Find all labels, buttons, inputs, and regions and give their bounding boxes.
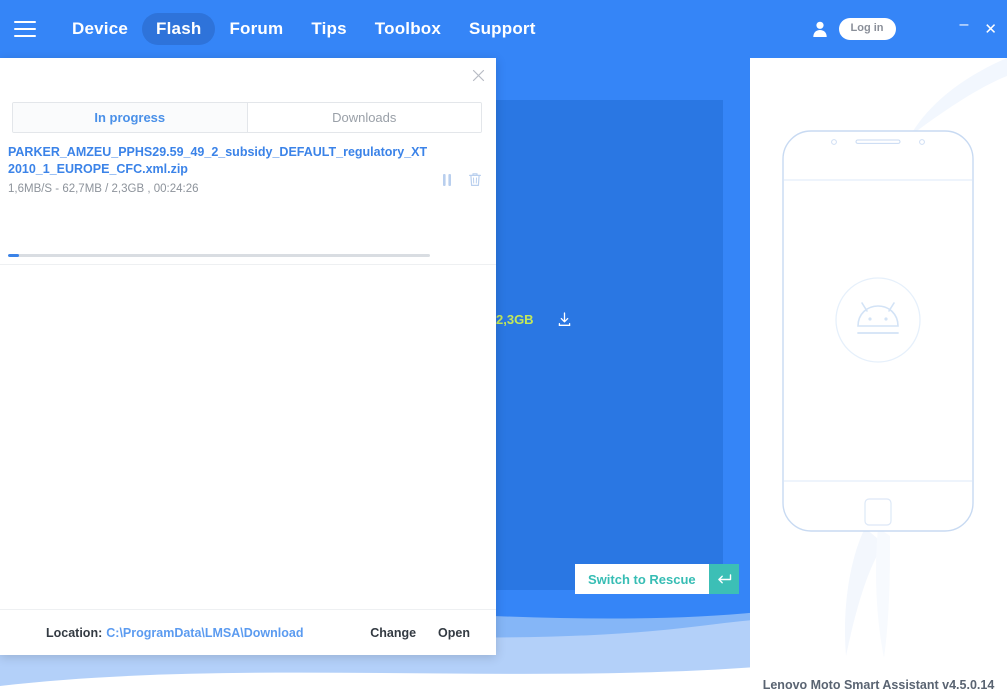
nav-items: Device Flash Forum Tips Toolbox Support	[58, 13, 550, 45]
nav-item-forum[interactable]: Forum	[215, 13, 297, 45]
window-controls: – ✕	[960, 17, 997, 37]
topbar-right-group: Log in – ✕	[810, 0, 1007, 58]
pause-icon[interactable]	[441, 173, 453, 192]
close-window-button[interactable]: ✕	[984, 22, 997, 37]
downloads-tabs: In progress Downloads	[12, 102, 482, 133]
version-label: Lenovo Moto Smart Assistant v4.5.0.14	[762, 678, 995, 692]
download-item: PARKER_AMZEU_PPHS29.59_49_2_subsidy_DEFA…	[0, 144, 496, 195]
nav-item-toolbox[interactable]: Toolbox	[361, 13, 455, 45]
download-item-divider	[0, 264, 496, 265]
android-robot-icon	[835, 277, 921, 363]
download-icon[interactable]	[556, 311, 573, 328]
close-icon[interactable]	[469, 67, 487, 85]
download-item-row: PARKER_AMZEU_PPHS29.59_49_2_subsidy_DEFA…	[8, 144, 488, 195]
minimize-button[interactable]: –	[960, 17, 969, 33]
download-stats: 1,6MB/S - 62,7MB / 2,3GB , 00:24:26	[8, 183, 199, 195]
download-progress-fill	[8, 254, 20, 257]
open-location-button[interactable]: Open	[438, 626, 470, 640]
download-item-actions	[441, 144, 488, 192]
nav-item-tips[interactable]: Tips	[297, 13, 360, 45]
location-path[interactable]: C:\ProgramData\LMSA\Download	[106, 626, 303, 640]
app-window: 2,3GB Switch to Rescue Lenovo Moto Smart…	[0, 0, 1007, 700]
login-button[interactable]: Log in	[838, 18, 896, 40]
phone-outline-illustration	[782, 58, 1007, 658]
nav-item-flash[interactable]: Flash	[142, 13, 216, 45]
firmware-meta: 2,3GB	[496, 311, 573, 328]
hamburger-icon[interactable]	[14, 21, 36, 37]
user-icon[interactable]	[810, 19, 830, 39]
download-item-info: PARKER_AMZEU_PPHS29.59_49_2_subsidy_DEFA…	[8, 144, 441, 195]
tab-in-progress[interactable]: In progress	[13, 103, 248, 132]
phone-preview-panel: Lenovo Moto Smart Assistant v4.5.0.14	[750, 58, 1007, 700]
trash-icon[interactable]	[468, 172, 482, 192]
change-location-button[interactable]: Change	[370, 626, 416, 640]
download-progress-bar[interactable]	[8, 254, 430, 257]
location-label: Location:	[46, 625, 103, 640]
tab-downloads[interactable]: Downloads	[247, 103, 481, 132]
firmware-size-label: 2,3GB	[496, 312, 534, 327]
nav-item-support[interactable]: Support	[455, 13, 550, 45]
download-filename[interactable]: PARKER_AMZEU_PPHS29.59_49_2_subsidy_DEFA…	[8, 144, 433, 178]
top-navigation-bar: Device Flash Forum Tips Toolbox Support …	[0, 0, 1007, 58]
nav-item-device[interactable]: Device	[58, 13, 142, 45]
downloads-panel: In progress Downloads PARKER_AMZEU_PPHS2…	[0, 58, 496, 655]
downloads-footer: Location: C:\ProgramData\LMSA\Download C…	[0, 609, 496, 655]
